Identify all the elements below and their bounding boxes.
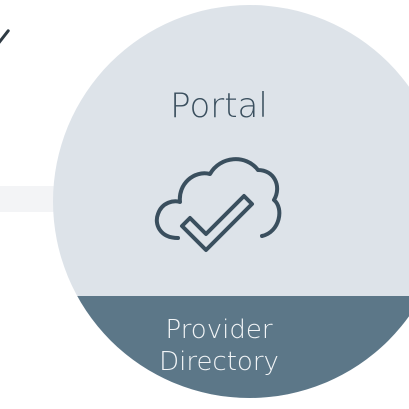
band-line-2: Directory [159,347,279,377]
portal-stage: Portal Provider Directory [0,0,409,409]
cloud-check-icon [150,150,284,262]
provider-directory-label: Provider Directory [126,314,312,378]
band-line-1: Provider [165,315,273,345]
portal-title: Portal [170,86,268,126]
connector-line [0,28,10,58]
